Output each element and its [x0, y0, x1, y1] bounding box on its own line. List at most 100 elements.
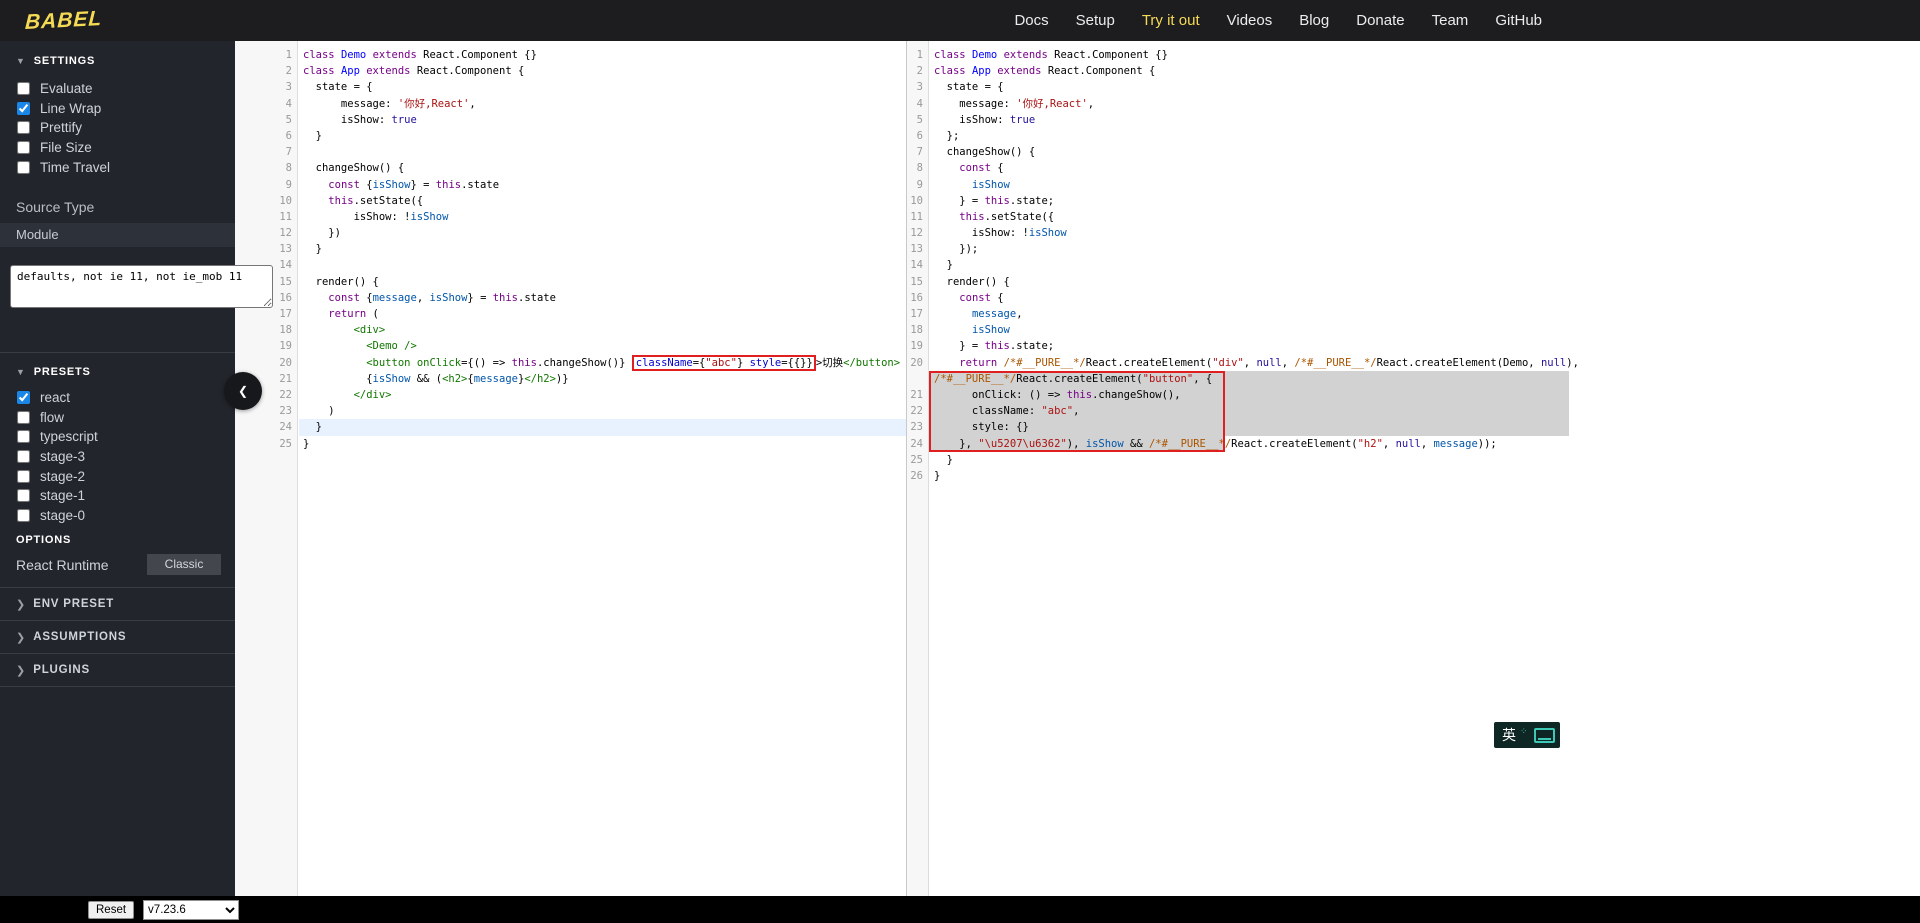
code-line[interactable]: className: "abc", — [930, 403, 1920, 419]
code-line[interactable]: <div> — [299, 322, 906, 338]
reset-button[interactable]: Reset — [88, 900, 135, 919]
setting-prettify[interactable]: Prettify — [0, 118, 235, 138]
nav-link-donate[interactable]: Donate — [1356, 12, 1404, 29]
ime-language-badge[interactable]: 英 ⁘ — [1494, 722, 1560, 748]
settings-section-header[interactable]: ▼ SETTINGS — [0, 55, 235, 67]
preset-stage-0[interactable]: stage-0 — [0, 506, 235, 526]
nav-link-github[interactable]: GitHub — [1495, 12, 1542, 29]
checkbox[interactable] — [17, 82, 30, 96]
code-line[interactable]: isShow: true — [930, 112, 1920, 128]
code-line[interactable]: } — [930, 452, 1920, 468]
nav-link-blog[interactable]: Blog — [1299, 12, 1329, 29]
setting-evaluate[interactable]: Evaluate — [0, 79, 235, 99]
code-line[interactable]: } — [930, 468, 1920, 484]
preset-react[interactable]: react — [0, 388, 235, 408]
code-line[interactable]: style: {} — [930, 419, 1920, 435]
code-line[interactable]: <button onClick={() => this.changeShow()… — [299, 354, 906, 371]
code-line[interactable]: class App extends React.Component { — [930, 63, 1920, 79]
preset-flow[interactable]: flow — [0, 408, 235, 428]
code-line[interactable] — [299, 257, 906, 273]
output-editor[interactable]: 1 2 3 4 5 6 7 8 9 10 11 12 13 14 15 16 17 18 19 20 21 22 23 24 2… — [907, 41, 1920, 896]
checkbox[interactable] — [17, 160, 30, 174]
section-plugins[interactable]: ❯ PLUGINS — [0, 654, 235, 688]
code-line[interactable]: this.setState({ — [930, 209, 1920, 225]
code-line[interactable]: } = this.state; — [930, 193, 1920, 209]
nav-link-try-it-out[interactable]: Try it out — [1142, 12, 1200, 29]
checkbox[interactable] — [17, 469, 30, 483]
code-line[interactable]: const {isShow} = this.state — [299, 177, 906, 193]
checkbox[interactable] — [17, 508, 30, 522]
code-line[interactable]: state = { — [299, 79, 906, 95]
code-line[interactable]: class App extends React.Component { — [299, 63, 906, 79]
code-line[interactable]: onClick: () => this.changeShow(), — [930, 387, 1920, 403]
preset-typescript[interactable]: typescript — [0, 427, 235, 447]
presets-section-header[interactable]: ▼ PRESETS — [0, 366, 235, 378]
nav-link-docs[interactable]: Docs — [1014, 12, 1048, 29]
code-line[interactable]: } — [299, 436, 906, 452]
code-line[interactable]: return ( — [299, 306, 906, 322]
code-line[interactable]: this.setState({ — [299, 193, 906, 209]
code-line[interactable]: } — [930, 257, 1920, 273]
code-line[interactable]: /*#__PURE__*/React.createElement("button… — [930, 371, 1920, 387]
code-line[interactable]: }; — [930, 128, 1920, 144]
code-line[interactable]: isShow: true — [299, 112, 906, 128]
setting-time-travel[interactable]: Time Travel — [0, 157, 235, 177]
code-line[interactable]: return /*#__PURE__*/React.createElement(… — [930, 355, 1920, 371]
code-line[interactable]: const {message, isShow} = this.state — [299, 290, 906, 306]
setting-line-wrap[interactable]: Line Wrap — [0, 99, 235, 119]
checkbox[interactable] — [17, 121, 30, 135]
preset-stage-2[interactable]: stage-2 — [0, 466, 235, 486]
source-editor[interactable]: 1 2 3 4 5 6 7 8 9 10 11 12 13 14 15 16 17 18 19 20 21 22 23 24 2… — [235, 41, 907, 896]
nav-link-team[interactable]: Team — [1432, 12, 1469, 29]
code-line[interactable]: changeShow() { — [930, 144, 1920, 160]
code-line[interactable]: ) — [299, 403, 906, 419]
checkbox[interactable] — [17, 489, 30, 503]
nav-link-videos[interactable]: Videos — [1227, 12, 1273, 29]
code-line[interactable]: message, — [930, 306, 1920, 322]
code-line[interactable]: state = { — [930, 79, 1920, 95]
babel-version-select[interactable]: v7.23.6 — [143, 899, 240, 920]
checkbox[interactable] — [17, 391, 30, 405]
code-line[interactable]: <Demo /> — [299, 338, 906, 354]
code-line[interactable]: message: '你好,React', — [299, 96, 906, 112]
code-line[interactable]: const { — [930, 160, 1920, 176]
code-line[interactable]: }, "\u5207\u6362"), isShow && /*#__PURE_… — [930, 436, 1920, 452]
output-code[interactable]: class Demo extends React.Component {} cla… — [930, 41, 1920, 896]
code-line[interactable]: }); — [930, 241, 1920, 257]
code-line[interactable]: } = this.state; — [930, 338, 1920, 354]
code-line[interactable] — [299, 144, 906, 160]
source-type-select[interactable]: Module — [0, 222, 235, 247]
code-line[interactable]: render() { — [930, 274, 1920, 290]
code-line[interactable]: render() { — [299, 274, 906, 290]
code-line[interactable]: class Demo extends React.Component {} — [930, 47, 1920, 63]
code-line[interactable]: isShow — [930, 177, 1920, 193]
code-line[interactable]: } — [299, 419, 906, 436]
code-line[interactable]: isShow: !isShow — [299, 209, 906, 225]
checkbox[interactable] — [17, 430, 30, 444]
babel-logo[interactable]: BABEL — [24, 6, 103, 34]
checkbox[interactable] — [17, 410, 30, 424]
react-runtime-select[interactable]: Classic — [147, 554, 221, 576]
checkbox[interactable] — [17, 141, 30, 155]
setting-file-size[interactable]: File Size — [0, 138, 235, 158]
code-line[interactable]: changeShow() { — [299, 160, 906, 176]
code-line[interactable]: </div> — [299, 387, 906, 403]
section-assumptions[interactable]: ❯ ASSUMPTIONS — [0, 621, 235, 655]
source-code[interactable]: class Demo extends React.Component {} cla… — [299, 41, 906, 896]
code-line[interactable]: {isShow && (<h2>{message}</h2>)} — [299, 371, 906, 387]
sidebar-collapse-button[interactable]: ❮ — [224, 372, 262, 410]
preset-stage-3[interactable]: stage-3 — [0, 447, 235, 467]
code-line[interactable]: const { — [930, 290, 1920, 306]
code-line[interactable]: message: '你好,React', — [930, 96, 1920, 112]
code-line[interactable]: isShow: !isShow — [930, 225, 1920, 241]
targets-input[interactable]: defaults, not ie 11, not ie_mob 11 — [10, 265, 273, 308]
code-line[interactable]: }) — [299, 225, 906, 241]
section-env-preset[interactable]: ❯ ENV PRESET — [0, 588, 235, 622]
code-line[interactable]: isShow — [930, 322, 1920, 338]
checkbox[interactable] — [17, 450, 30, 464]
nav-link-setup[interactable]: Setup — [1076, 12, 1115, 29]
checkbox[interactable] — [17, 101, 30, 115]
preset-stage-1[interactable]: stage-1 — [0, 486, 235, 506]
code-line[interactable]: class Demo extends React.Component {} — [299, 47, 906, 63]
code-line[interactable]: } — [299, 241, 906, 257]
